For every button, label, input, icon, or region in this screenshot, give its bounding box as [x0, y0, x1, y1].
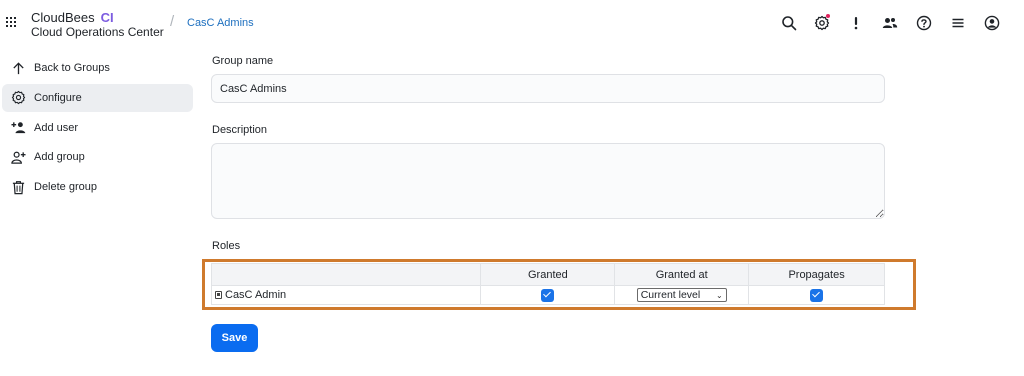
role-icon — [215, 291, 222, 299]
column-header-granted: Granted — [480, 263, 616, 286]
sidebar-item-label: Configure — [34, 91, 82, 104]
apps-grid-icon[interactable] — [6, 17, 16, 27]
brand-product: CI — [100, 10, 114, 25]
roles-label: Roles — [212, 240, 241, 252]
sidebar-item-label: Add group — [34, 151, 85, 164]
add-user-icon — [10, 120, 26, 136]
sidebar-item-delete-group[interactable]: Delete group — [2, 173, 193, 201]
gear-icon — [10, 90, 26, 106]
save-button[interactable]: Save — [211, 324, 258, 352]
menu-icon[interactable] — [947, 12, 969, 34]
brand-subtitle: Cloud Operations Center — [31, 25, 164, 39]
description-label: Description — [212, 124, 268, 136]
column-header-role — [210, 263, 482, 286]
arrow-up-icon — [10, 60, 26, 76]
column-header-granted-at: Granted at — [614, 263, 750, 286]
granted-at-select[interactable]: Current level ⌄ — [636, 288, 727, 302]
sidebar-item-configure[interactable]: Configure — [2, 83, 193, 112]
roles-table: Granted Granted at Propagates CasC Admin… — [210, 263, 885, 305]
propagates-cell — [748, 285, 885, 305]
alert-icon[interactable] — [845, 12, 867, 34]
trash-icon — [10, 179, 26, 195]
group-name-input[interactable] — [211, 74, 885, 103]
user-account-icon[interactable] — [981, 12, 1003, 34]
top-header: CloudBees CI Cloud Operations Center / Ca… — [0, 0, 1024, 46]
description-textarea[interactable] — [211, 143, 885, 219]
sidebar-item-label: Delete group — [34, 181, 97, 194]
granted-cell — [480, 285, 616, 305]
notification-dot — [826, 14, 830, 18]
granted-at-value: Current level — [640, 289, 701, 301]
brand-name: CloudBees — [31, 10, 95, 25]
table-row: CasC Admin Current level ⌄ — [210, 285, 885, 305]
role-name: CasC Admin — [225, 289, 287, 301]
breadcrumb-group-link[interactable]: CasC Admins — [187, 17, 254, 29]
people-icon[interactable] — [879, 12, 901, 34]
sidebar-item-label: Add user — [34, 121, 79, 134]
propagates-checkbox[interactable] — [810, 288, 824, 302]
role-name-cell: CasC Admin — [210, 285, 482, 305]
column-header-propagates: Propagates — [748, 263, 885, 286]
roles-table-header: Granted Granted at Propagates — [210, 263, 885, 286]
chevron-down-icon: ⌄ — [715, 290, 723, 300]
sidebar-item-label: Back to Groups — [34, 62, 110, 74]
breadcrumb-separator: / — [170, 13, 175, 30]
add-group-icon — [10, 149, 26, 165]
granted-checkbox[interactable] — [541, 288, 555, 302]
granted-at-cell: Current level ⌄ — [614, 285, 750, 305]
sidebar-item-back-to-groups[interactable]: Back to Groups — [2, 54, 193, 82]
sidebar: Back to Groups Configure Add user Add gr… — [2, 54, 193, 203]
manage-gear-icon[interactable] — [811, 12, 833, 34]
sidebar-item-add-group[interactable]: Add group — [2, 143, 193, 171]
group-name-label: Group name — [212, 55, 274, 67]
brand-logo[interactable]: CloudBees CI Cloud Operations Center — [31, 10, 164, 40]
sidebar-item-add-user[interactable]: Add user — [2, 114, 193, 142]
search-icon[interactable] — [778, 12, 800, 34]
help-icon[interactable] — [913, 12, 935, 34]
